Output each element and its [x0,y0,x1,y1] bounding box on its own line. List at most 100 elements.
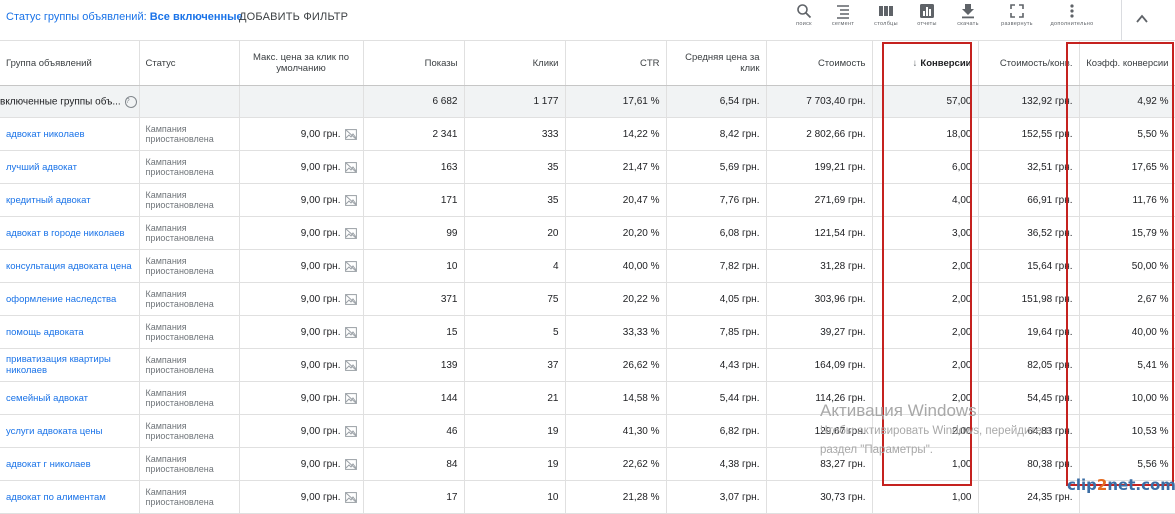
status-cell: Кампания приостановлена [139,447,240,481]
segment-tool-button[interactable]: сегмент [821,3,865,27]
clicks-cell: 333 [464,117,566,151]
search-tool-button[interactable]: поиск [782,3,826,27]
impressions-cell: 163 [363,150,465,184]
bid-value: 9,00 грн. [300,392,341,404]
reports-tool-button[interactable]: отчеты [905,3,949,27]
conversions-cell: 3,00 [872,216,979,250]
bid-cell[interactable]: 9,00 грн. [239,447,364,481]
ctr-cell: 21,28 % [565,480,667,514]
total-label-cell: включенные группы объ...? [0,85,140,118]
table-row[interactable]: адвокат в городе николаев Кампания приост… [0,216,1175,250]
total-impressions: 6 682 [363,85,465,118]
table-row[interactable]: лучший адвокат Кампания приостановлена 9,0… [0,150,1175,184]
table-row[interactable]: семейный адвокат Кампания приостановлена 9… [0,381,1175,415]
col-header-max-cpc[interactable]: Макс. цена за клик по умолчанию [239,40,364,86]
clicks-cell: 37 [464,348,566,382]
ad-group-name-link[interactable]: адвокат г николаев [0,447,140,481]
ad-group-name-link[interactable]: услуги адвоката цены [0,414,140,448]
ad-group-name-link[interactable]: помощь адвоката [0,315,140,349]
no-image-icon [344,161,357,173]
table-row[interactable]: оформление наследства Кампания приостанов… [0,282,1175,316]
bid-cell[interactable]: 9,00 грн. [239,150,364,184]
ad-group-name-link[interactable]: адвокат николаев [0,117,140,151]
col-header-ctr[interactable]: CTR [565,40,667,86]
ad-group-name-link[interactable]: лучший адвокат [0,150,140,184]
collapse-button[interactable] [1121,0,1162,40]
col-header-cost-per-conv[interactable]: Стоимость/конв. [978,40,1080,86]
clicks-cell: 75 [464,282,566,316]
col-header-status[interactable]: Статус [139,40,240,86]
ctr-cell: 40,00 % [565,249,667,283]
conversions-cell: 2,00 [872,282,979,316]
col-header-avg-cpc[interactable]: Средняя цена за клик [666,40,767,86]
bid-cell[interactable]: 9,00 грн. [239,282,364,316]
col-header-clicks[interactable]: Клики [464,40,566,86]
bid-value: 9,00 грн. [300,359,341,371]
impressions-cell: 84 [363,447,465,481]
conversions-cell: 2,00 [872,381,979,415]
total-status-cell [139,85,240,118]
conv-rate-cell: 40,00 % [1079,315,1175,349]
table-row[interactable]: помощь адвоката Кампания приостановлена 9,… [0,315,1175,349]
clicks-cell: 5 [464,315,566,349]
ad-group-name-link[interactable]: адвокат в городе николаев [0,216,140,250]
conversions-cell: 2,00 [872,414,979,448]
col-header-conversions[interactable]: ↓ Конверсии [872,40,979,86]
conv-rate-cell: 50,00 % [1079,249,1175,283]
ad-group-name-link[interactable]: семейный адвокат [0,381,140,415]
reports-tool-label: отчеты [917,21,937,27]
ad-group-name-link[interactable]: кредитный адвокат [0,183,140,217]
more-tool-button[interactable]: дополнительно [1050,3,1094,27]
bid-value: 9,00 грн. [300,128,341,140]
ad-group-name-link[interactable]: адвокат по алиментам [0,480,140,514]
segment-tool-label: сегмент [831,21,855,27]
cost-cell: 83,27 грн. [766,447,873,481]
columns-icon [879,6,893,16]
clicks-cell: 35 [464,150,566,184]
no-image-icon [344,458,357,470]
table-row[interactable]: адвокат николаев Кампания приостановлена 9… [0,117,1175,151]
bid-cell[interactable]: 9,00 грн. [239,183,364,217]
table-row[interactable]: адвокат г николаев Кампания приостановлен… [0,447,1175,481]
columns-tool-button[interactable]: столбцы [864,3,908,27]
table-row[interactable]: кредитный адвокат Кампания приостановлена… [0,183,1175,217]
table-row[interactable]: консультация адвоката цена Кампания приос… [0,249,1175,283]
download-tool-button[interactable]: скачать [946,3,990,27]
expand-tool-button[interactable]: развернуть [995,3,1039,27]
bid-cell[interactable]: 9,00 грн. [239,381,364,415]
bid-cell[interactable]: 9,00 грн. [239,216,364,250]
cost-per-conv-cell: 64,83 грн. [978,414,1080,448]
ad-group-name-link[interactable]: оформление наследства [0,282,140,316]
conv-rate-cell: 11,76 % [1079,183,1175,217]
bid-cell[interactable]: 9,00 грн. [239,249,364,283]
ad-group-name-link[interactable]: приватизация квартиры николаев [0,348,140,382]
table-row[interactable]: приватизация квартиры николаев Кампания п… [0,348,1175,382]
col-header-impressions[interactable]: Показы [363,40,465,86]
bid-cell[interactable]: 9,00 грн. [239,414,364,448]
total-cost-per-conv: 132,92 грн. [978,85,1080,118]
cost-cell: 2 802,66 грн. [766,117,873,151]
table-row[interactable]: адвокат по алиментам Кампания приостановл… [0,480,1175,514]
table-row[interactable]: услуги адвоката цены Кампания приостановл… [0,414,1175,448]
conv-rate-cell: 10,53 % [1079,414,1175,448]
bid-cell[interactable]: 9,00 грн. [239,315,364,349]
col-header-conv-rate[interactable]: Коэфф. конверсии [1079,40,1175,86]
bid-cell[interactable]: 9,00 грн. [239,480,364,514]
table-header-row: Группа объявлений Статус Макс. цена за к… [0,40,1175,86]
add-filter-button[interactable]: ДОБАВИТЬ ФИЛЬТР [239,11,348,23]
bid-cell[interactable]: 9,00 грн. [239,117,364,151]
ad-group-name-link[interactable]: консультация адвоката цена [0,249,140,283]
conversions-cell: 4,00 [872,183,979,217]
bid-cell[interactable]: 9,00 грн. [239,348,364,382]
bid-value: 9,00 грн. [300,260,341,272]
cost-cell: 114,26 грн. [766,381,873,415]
col-header-ad-group[interactable]: Группа объявлений [0,40,140,86]
no-image-icon [344,194,357,206]
impressions-cell: 371 [363,282,465,316]
col-header-cost[interactable]: Стоимость [766,40,873,86]
bid-value: 9,00 грн. [300,458,341,470]
cost-cell: 199,21 грн. [766,150,873,184]
filter-status-chip[interactable]: Статус группы объявлений: Все включенные [6,11,243,23]
help-icon[interactable]: ? [124,95,137,108]
conv-rate-cell: 2,67 % [1079,282,1175,316]
